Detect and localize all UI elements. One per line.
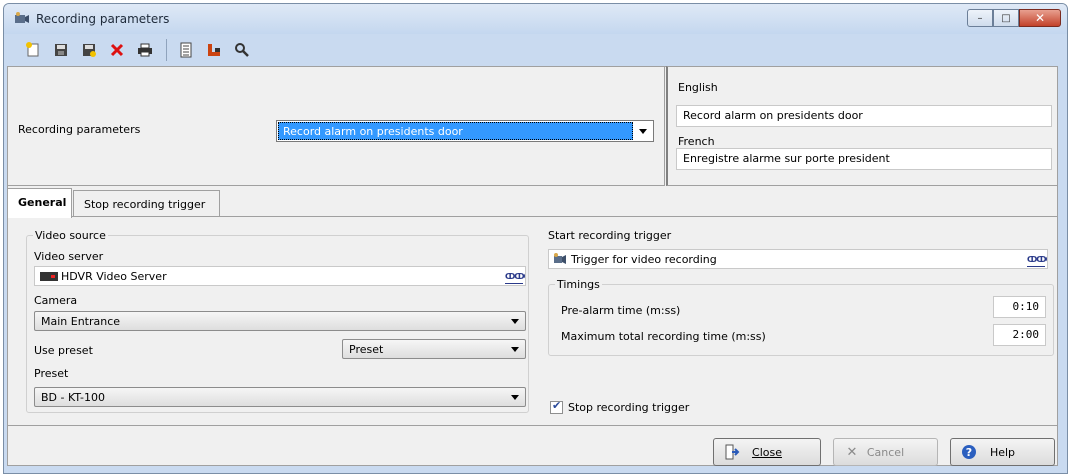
- french-field[interactable]: Enregistre alarme sur porte president: [676, 148, 1052, 170]
- cancel-button-label: Cancel: [866, 446, 905, 459]
- pre-alarm-field[interactable]: 0:10: [993, 296, 1046, 318]
- app-icon: [15, 12, 29, 23]
- tab-general[interactable]: General: [7, 188, 72, 218]
- camera-select[interactable]: Main Entrance: [34, 311, 526, 331]
- trigger-icon: [553, 253, 567, 265]
- pre-alarm-label: Pre-alarm time (m:ss): [561, 304, 681, 317]
- save-icon[interactable]: [50, 39, 72, 61]
- use-preset-select[interactable]: Preset: [342, 339, 526, 359]
- close-button[interactable]: Close: [713, 438, 821, 466]
- checkmark-icon: ✔: [552, 399, 562, 412]
- video-server-field[interactable]: HDVR Video Server ↀↀↀ: [34, 266, 526, 286]
- timings-group: Timings: [548, 278, 1054, 356]
- tab-stop-recording-trigger[interactable]: Stop recording trigger: [73, 190, 220, 217]
- save-as-icon[interactable]: [78, 39, 100, 61]
- video-server-value: HDVR Video Server: [61, 270, 167, 283]
- french-label: French: [678, 135, 715, 148]
- preset-select[interactable]: BD - KT-100: [34, 387, 526, 407]
- english-label: English: [678, 81, 718, 94]
- links-icon[interactable]: [203, 39, 225, 61]
- list-icon[interactable]: [175, 39, 197, 61]
- recording-parameters-label: Recording parameters: [18, 123, 141, 136]
- close-window-button[interactable]: ✕: [1019, 9, 1061, 27]
- video-source-title: Video source: [33, 229, 108, 242]
- chevron-down-icon: [511, 347, 519, 352]
- cancel-button[interactable]: ✕ Cancel: [833, 438, 938, 466]
- stop-trigger-checkbox[interactable]: ✔: [550, 399, 563, 414]
- help-button[interactable]: ? Help: [950, 438, 1055, 466]
- minimize-button[interactable]: –: [967, 9, 993, 27]
- recording-parameters-selected: Record alarm on presidents door: [278, 122, 633, 140]
- dvr-icon: [40, 272, 58, 281]
- preset-value: BD - KT-100: [41, 391, 106, 404]
- camera-value: Main Entrance: [41, 315, 121, 328]
- window-title: Recording parameters: [36, 12, 170, 26]
- use-preset-value: Preset: [349, 343, 384, 356]
- start-trigger-value: Trigger for video recording: [571, 253, 717, 266]
- browse-trigger-icon[interactable]: ↀↀↀ: [1027, 253, 1047, 267]
- start-trigger-label: Start recording trigger: [548, 229, 672, 242]
- camera-label: Camera: [34, 294, 78, 307]
- chevron-down-icon: [511, 319, 519, 324]
- recording-parameters-combo[interactable]: Record alarm on presidents door: [276, 120, 654, 142]
- print-icon[interactable]: [134, 39, 156, 61]
- max-total-label: Maximum total recording time (m:ss): [561, 330, 766, 343]
- timings-title: Timings: [555, 278, 602, 291]
- use-preset-label: Use preset: [34, 344, 93, 357]
- start-trigger-field[interactable]: Trigger for video recording ↀↀↀ: [548, 249, 1048, 269]
- close-button-label: Close: [752, 446, 782, 459]
- chevron-down-icon: [511, 395, 519, 400]
- language-panel: English Record alarm on presidents door …: [666, 66, 1058, 186]
- english-field[interactable]: Record alarm on presidents door: [676, 105, 1052, 127]
- general-tab-page: Video source Video server HDVR Video Ser…: [7, 216, 1058, 426]
- stop-trigger-checkbox-label[interactable]: Stop recording trigger: [568, 401, 689, 414]
- max-total-field[interactable]: 2:00: [993, 324, 1046, 346]
- header-panel: Recording parameters Record alarm on pre…: [7, 66, 665, 186]
- find-icon[interactable]: [231, 39, 253, 61]
- toolbar-separator: [166, 39, 167, 61]
- title-bar[interactable]: Recording parameters – □ ✕: [4, 4, 1067, 34]
- toolbar: [4, 34, 1067, 66]
- browse-video-server-icon[interactable]: ↀↀↀ: [505, 270, 525, 284]
- video-server-label: Video server: [34, 250, 104, 263]
- new-icon[interactable]: [22, 39, 44, 61]
- preset-label: Preset: [34, 367, 69, 380]
- delete-icon[interactable]: [106, 39, 128, 61]
- chevron-down-icon[interactable]: [639, 129, 647, 134]
- maximize-button[interactable]: □: [993, 9, 1019, 27]
- help-button-label: Help: [989, 446, 1016, 459]
